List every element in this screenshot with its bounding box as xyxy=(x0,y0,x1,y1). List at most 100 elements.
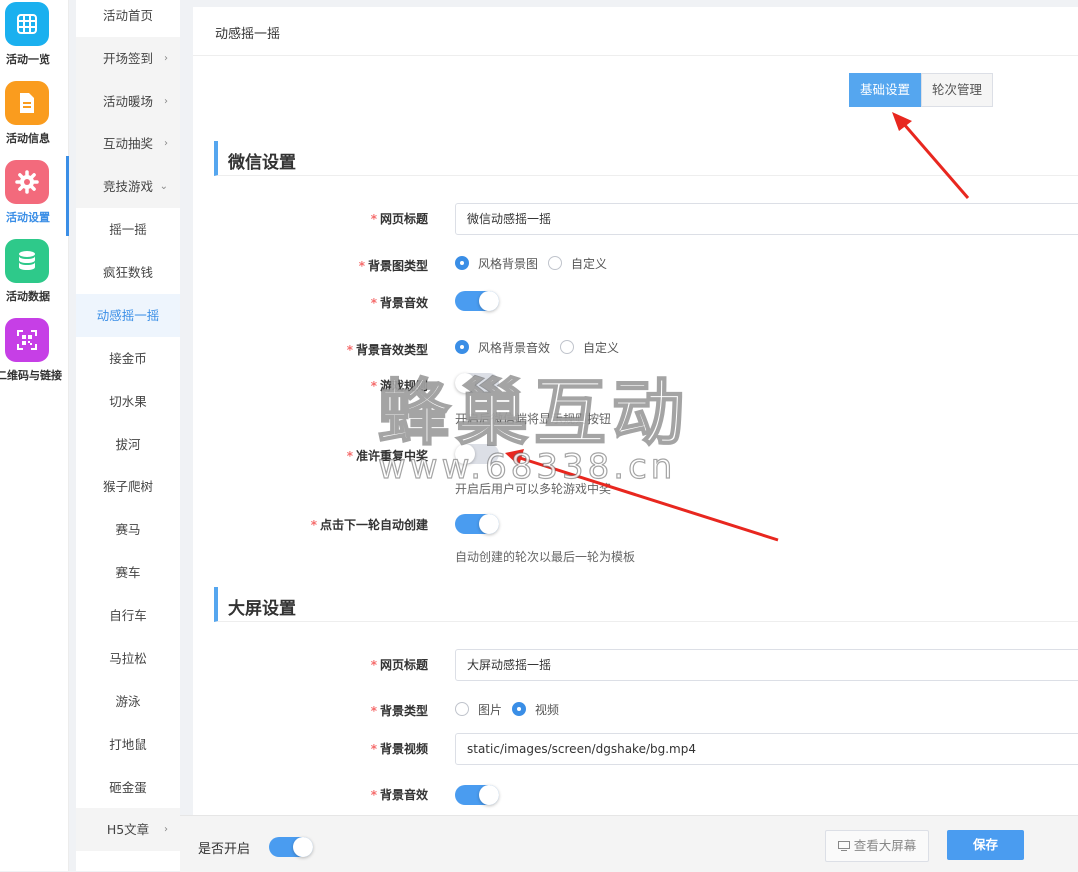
rail-item-info[interactable]: 活动信息 xyxy=(0,81,68,159)
bottom-bar: 是否开启 查看大屏幕 保存 xyxy=(180,815,1078,872)
field-label: * 背景视频 xyxy=(370,742,428,756)
submenu-label: 疯狂数钱 xyxy=(102,265,153,280)
wechat-bg-sound-switch[interactable] xyxy=(455,291,499,311)
radio-custom-sound[interactable]: 自定义 xyxy=(560,339,619,356)
submenu-group-warmup[interactable]: 活动暖场 › xyxy=(76,80,180,123)
submenu-item-bicycle[interactable]: 自行车 xyxy=(76,594,180,637)
submenu-item-golden-egg[interactable]: 砸金蛋 xyxy=(76,766,180,809)
field-label: * 网页标题 xyxy=(370,658,428,672)
page-title: 动感摇一摇 xyxy=(215,27,281,42)
rail-item-label: 活动设置 xyxy=(6,211,50,224)
wechat-repeat-win-switch[interactable] xyxy=(455,444,499,464)
submenu-item-cut-fruit[interactable]: 切水果 xyxy=(76,380,180,423)
qrcode-icon xyxy=(5,318,49,362)
submenu-group-games[interactable]: 竞技游戏 ⌄ xyxy=(76,165,180,208)
rail-item-qrcode[interactable]: 二维码与链接 xyxy=(0,318,68,396)
rail-item-label: 活动信息 xyxy=(6,132,50,145)
submenu-item-monkey-climb[interactable]: 猴子爬树 xyxy=(76,465,180,508)
submenu-label: 马拉松 xyxy=(109,651,147,666)
submenu-group-signin[interactable]: 开场签到 › xyxy=(76,37,180,80)
screen-page-title-input[interactable]: 大屏动感摇一摇 xyxy=(455,649,1078,681)
document-icon xyxy=(5,81,49,125)
field-label: * 游戏规则 xyxy=(370,379,428,393)
chevron-down-icon: ⌄ xyxy=(159,181,168,192)
submenu-label: 接金币 xyxy=(109,351,147,366)
rail-item-label: 活动一览 xyxy=(6,53,50,66)
submenu-item-marathon[interactable]: 马拉松 xyxy=(76,637,180,680)
rail-item-label: 二维码与链接 xyxy=(0,369,62,382)
screen-bg-type-radio-group: 图片 视频 xyxy=(455,699,569,719)
screen-bg-sound-switch[interactable] xyxy=(455,785,499,805)
field-label: * 背景图类型 xyxy=(358,259,428,273)
preview-screen-button[interactable]: 查看大屏幕 xyxy=(825,830,929,862)
field-label: * 背景音效类型 xyxy=(346,343,428,357)
field-label: * 准许重复中奖 xyxy=(346,449,428,463)
rail-item-data[interactable]: 活动数据 xyxy=(0,239,68,317)
submenu-group-lottery[interactable]: 互动抽奖 › xyxy=(76,122,180,165)
chevron-right-icon: › xyxy=(164,824,168,835)
tab-bar: 基础设置 轮次管理 xyxy=(849,73,994,107)
enable-label: 是否开启 xyxy=(198,842,251,857)
section-big-screen: 大屏设置 xyxy=(214,587,1078,622)
wechat-rules-switch[interactable] xyxy=(455,373,499,393)
submenu-label: 拔河 xyxy=(115,437,141,452)
submenu-label: 摇一摇 xyxy=(109,222,147,237)
panel-header: 动感摇一摇 xyxy=(193,7,1078,56)
wechat-bg-type-radio-group: 风格背景图 自定义 xyxy=(455,253,617,273)
field-label: * 网页标题 xyxy=(370,212,428,226)
tab-round-management[interactable]: 轮次管理 xyxy=(921,73,994,107)
field-label: * 背景类型 xyxy=(370,704,428,718)
submenu-label: 动感摇一摇 xyxy=(96,308,160,323)
submenu-item-home[interactable]: 活动首页 xyxy=(76,0,180,37)
radio-image[interactable]: 图片 xyxy=(455,701,502,718)
submenu-label: 打地鼠 xyxy=(109,737,147,752)
field-hint: 开启后微信端将显示规则按钮 xyxy=(455,412,612,426)
section-wechat: 微信设置 xyxy=(214,141,1078,176)
settings-panel: 动感摇一摇 基础设置 轮次管理 微信设置 * 网页标题 微信动感摇一摇 * 背景图类… xyxy=(193,7,1078,871)
database-icon xyxy=(5,239,49,283)
submenu-item-shake[interactable]: 摇一摇 xyxy=(76,208,180,251)
submenu-label: 游泳 xyxy=(115,694,141,709)
submenu-label: 互动抽奖 xyxy=(102,136,153,151)
submenu-label: 活动首页 xyxy=(102,8,153,23)
submenu-item-count-money[interactable]: 疯狂数钱 xyxy=(76,251,180,294)
radio-custom-bg[interactable]: 自定义 xyxy=(548,255,607,272)
submenu-item-swimming[interactable]: 游泳 xyxy=(76,680,180,723)
field-label: * 背景音效 xyxy=(370,788,428,802)
enable-switch[interactable] xyxy=(269,837,313,857)
preview-label: 查看大屏幕 xyxy=(853,838,917,853)
submenu-label: 砸金蛋 xyxy=(109,780,147,795)
submenu-label: 自行车 xyxy=(109,608,147,623)
field-label: * 背景音效 xyxy=(370,296,428,310)
submenu-item-horse-race[interactable]: 赛马 xyxy=(76,508,180,551)
radio-style-sound[interactable]: 风格背景音效 xyxy=(455,339,550,356)
submenu-item-dynamic-shake[interactable]: 动感摇一摇 xyxy=(76,294,180,337)
section-title: 微信设置 xyxy=(228,153,296,173)
submenu-item-catch-coins[interactable]: 接金币 xyxy=(76,337,180,380)
submenu-item-tug-of-war[interactable]: 拔河 xyxy=(76,423,180,466)
radio-video[interactable]: 视频 xyxy=(512,701,559,718)
chevron-right-icon: › xyxy=(164,53,168,64)
tab-basic-settings[interactable]: 基础设置 xyxy=(849,73,922,107)
submenu-label: 猴子爬树 xyxy=(102,479,153,494)
screen-bg-video-input[interactable]: static/images/screen/dgshake/bg.mp4 xyxy=(455,733,1078,765)
wechat-auto-create-switch[interactable] xyxy=(455,514,499,534)
section-title: 大屏设置 xyxy=(228,599,296,619)
icon-rail: 活动一览 活动信息 活动设置 活动数据 二维码与链接 xyxy=(0,0,69,871)
chevron-right-icon: › xyxy=(164,138,168,149)
submenu-label: 开场签到 xyxy=(102,51,153,66)
submenu-label: 赛车 xyxy=(115,565,141,580)
radio-style-bg[interactable]: 风格背景图 xyxy=(455,255,538,272)
chevron-right-icon: › xyxy=(164,96,168,107)
rail-item-settings[interactable]: 活动设置 xyxy=(0,156,69,238)
submenu-item-car-race[interactable]: 赛车 xyxy=(76,551,180,594)
field-hint: 自动创建的轮次以最后一轮为模板 xyxy=(455,550,636,564)
submenu-label: 切水果 xyxy=(109,394,147,409)
save-button[interactable]: 保存 xyxy=(947,830,1024,860)
submenu-group-h5-article[interactable]: H5文章 › xyxy=(76,808,180,851)
submenu-item-whack-mole[interactable]: 打地鼠 xyxy=(76,723,180,766)
rail-item-label: 活动数据 xyxy=(6,290,50,303)
field-hint: 开启后用户可以多轮游戏中奖 xyxy=(455,482,612,496)
wechat-page-title-input[interactable]: 微信动感摇一摇 xyxy=(455,203,1078,235)
rail-item-overview[interactable]: 活动一览 xyxy=(0,2,68,80)
